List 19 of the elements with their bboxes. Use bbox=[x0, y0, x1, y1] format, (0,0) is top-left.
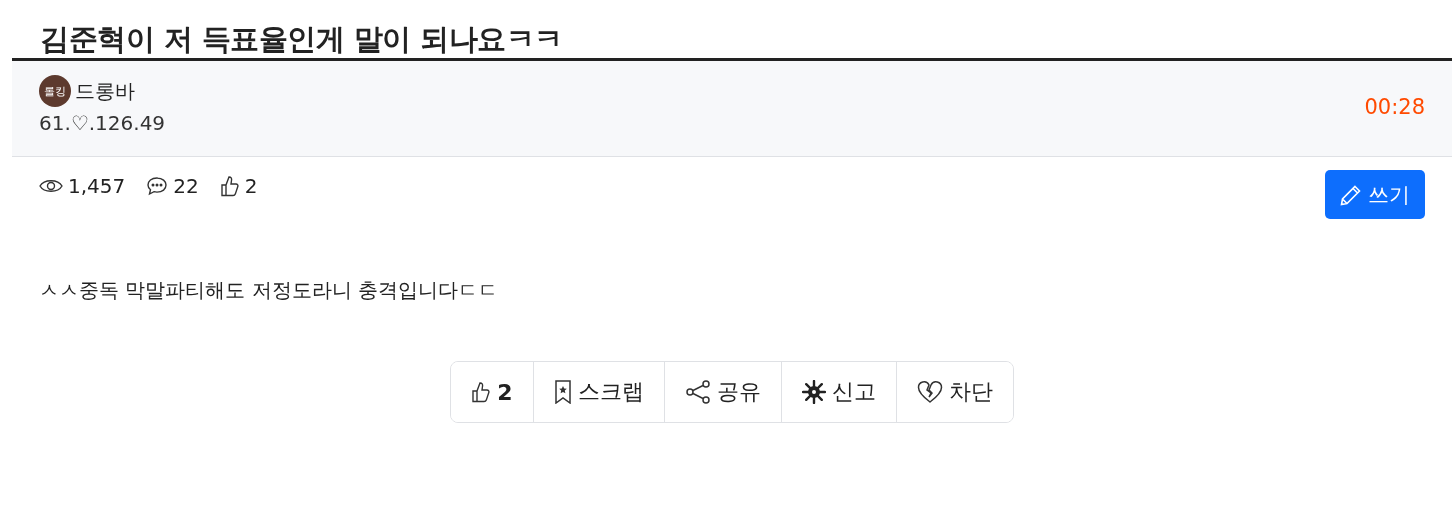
bookmark-icon bbox=[553, 380, 572, 404]
speech-bubble-icon bbox=[146, 176, 169, 196]
block-button[interactable]: 차단 bbox=[895, 362, 1013, 422]
eye-icon bbox=[39, 178, 63, 194]
post-body: ㅅㅅ중독 막말파티해도 저정도라니 충격입니다ㄷㄷ bbox=[38, 277, 500, 304]
thumbs-up-icon bbox=[471, 381, 492, 403]
stat-count: 2 bbox=[244, 174, 258, 198]
post-title: 김준혁이 저 득표율인게 말이 되나요ㅋㅋ bbox=[39, 21, 564, 58]
pencil-icon bbox=[1340, 183, 1362, 206]
level-badge: 롤킹 bbox=[39, 75, 71, 107]
post-time: 00:28 bbox=[1364, 94, 1425, 121]
ip-address: 61.♡.126.49 bbox=[39, 111, 166, 135]
write-button[interactable]: 쓰기 bbox=[1325, 170, 1425, 219]
share-icon bbox=[684, 380, 711, 404]
stat-count: 1,457 bbox=[68, 174, 126, 198]
thumbs-up-icon bbox=[219, 175, 240, 197]
stat-count: 22 bbox=[173, 174, 199, 198]
author-name[interactable]: 드롱바 bbox=[75, 77, 135, 105]
broken-heart-icon bbox=[916, 380, 943, 404]
